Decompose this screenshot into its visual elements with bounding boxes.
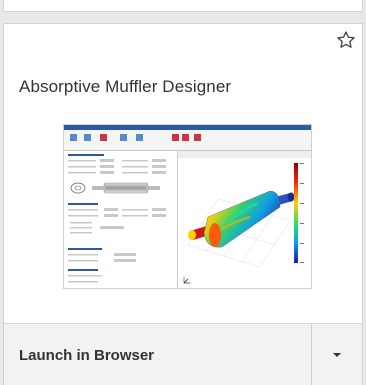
caret-down-icon [333,353,341,357]
favorite-star-icon[interactable] [335,29,357,51]
card-title: Absorptive Muffler Designer [19,77,232,96]
app-card: Absorptive Muffler Designer Launch in Br… [3,23,363,385]
app-thumbnail[interactable] [63,124,312,289]
launch-options-dropdown[interactable] [312,324,362,385]
previous-card [3,0,363,12]
card-footer: Launch in Browser [4,323,362,385]
launch-in-browser-button[interactable]: Launch in Browser [4,324,311,385]
